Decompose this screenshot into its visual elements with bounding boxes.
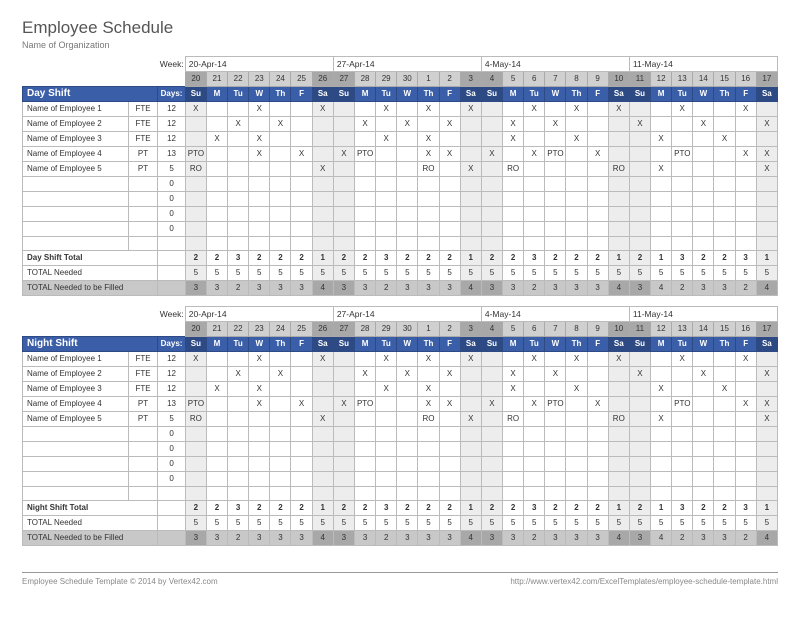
footer-copyright: Employee Schedule Template © 2014 by Ver… [22, 577, 218, 586]
shift-table: Week:20-Apr-1427-Apr-144-May-1411-May-14… [22, 306, 778, 546]
schedule-container: Week:20-Apr-1427-Apr-144-May-1411-May-14… [22, 56, 778, 546]
organization-name: Name of Organization [22, 40, 778, 50]
shift-table: Week:20-Apr-1427-Apr-144-May-1411-May-14… [22, 56, 778, 296]
page-title: Employee Schedule [22, 18, 778, 38]
footer: Employee Schedule Template © 2014 by Ver… [22, 572, 778, 586]
footer-link: http://www.vertex42.com/ExcelTemplates/e… [510, 577, 778, 586]
